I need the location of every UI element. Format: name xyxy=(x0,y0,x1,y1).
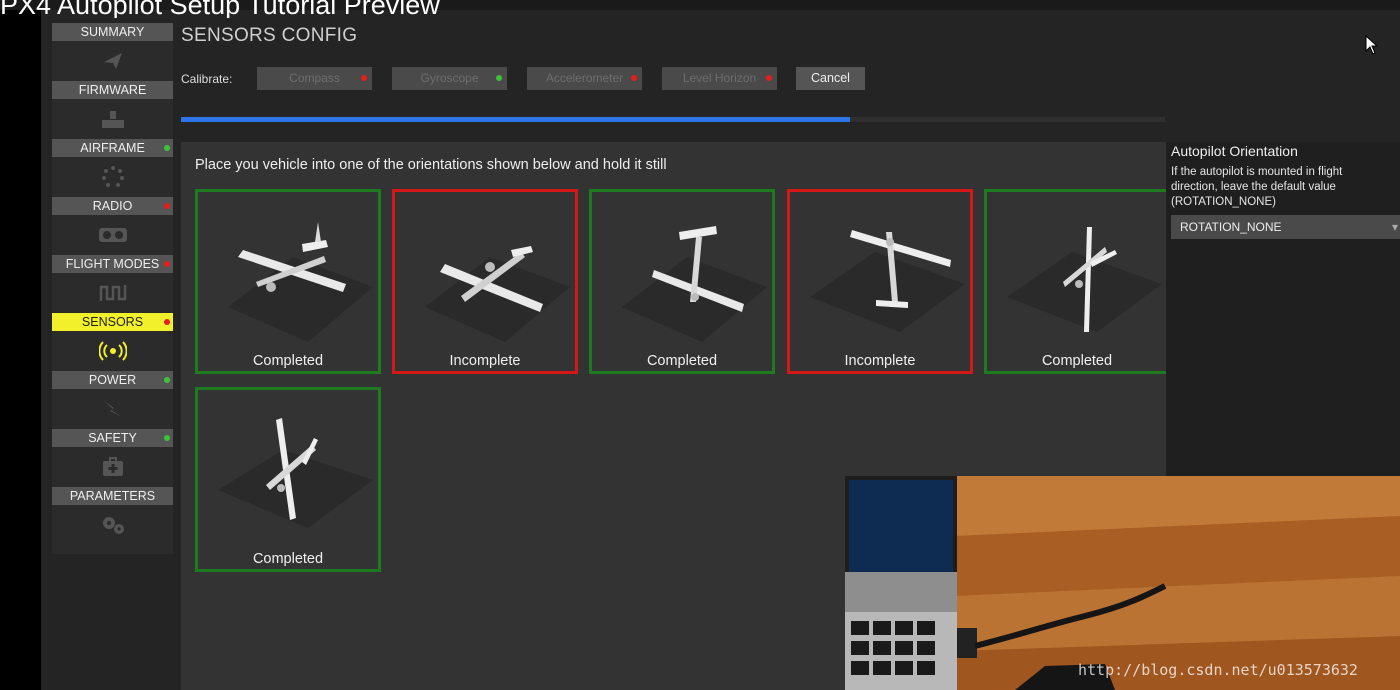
sidebar-item-summary[interactable]: SUMMARY xyxy=(52,23,173,41)
level-horizon-button-label: Level Horizon xyxy=(682,71,757,85)
page-title: SENSORS CONFIG xyxy=(181,25,358,46)
status-dot xyxy=(164,261,170,267)
sidebar-item-label: FLIGHT MODES xyxy=(65,257,160,271)
status-dot xyxy=(164,145,170,151)
sidebar-item-sensors[interactable]: SENSORS xyxy=(52,313,173,331)
compass-button-label: Compass xyxy=(289,71,340,85)
gyroscope-button[interactable]: Gyroscope xyxy=(392,67,507,90)
video-title: PX4 Autopilot Setup Tutorial Preview xyxy=(0,0,440,18)
airplane-orientation-image xyxy=(810,230,965,332)
chevron-down-icon: ▾ xyxy=(1391,220,1398,234)
level-horizon-button[interactable]: Level Horizon xyxy=(662,67,777,90)
airplane-orientation-image xyxy=(425,246,570,342)
camera-overlay-photo xyxy=(845,476,1400,690)
status-dot xyxy=(361,75,367,81)
gyroscope-button-label: Gyroscope xyxy=(420,71,479,85)
radio-icon xyxy=(52,215,173,255)
calibrate-label: Calibrate: xyxy=(181,72,233,86)
medkit-icon xyxy=(52,447,173,487)
orientation-status: Completed xyxy=(646,353,718,369)
status-dot xyxy=(164,435,170,441)
accelerometer-button-label: Accelerometer xyxy=(545,71,624,85)
watermark-text: http://blog.csdn.net/u013573632 xyxy=(1078,661,1358,679)
calibration-progress-bar xyxy=(181,117,1165,122)
airplane-orientation-image xyxy=(218,418,373,528)
sidebar-item-safety[interactable]: SAFETY xyxy=(52,429,173,447)
status-dot xyxy=(164,377,170,383)
sidebar-item-flight-modes[interactable]: FLIGHT MODES xyxy=(52,255,173,273)
sidebar-item-label: POWER xyxy=(88,373,137,387)
sidebar-item-label: SENSORS xyxy=(81,315,144,329)
sidebar-item-label: RADIO xyxy=(92,199,133,213)
mouse-cursor-icon xyxy=(1365,34,1379,60)
orientation-tile: Completed xyxy=(984,189,1170,374)
sidebar-item-label: AIRFRAME xyxy=(80,141,145,155)
sidebar-item-parameters[interactable]: PARAMETERS xyxy=(52,487,173,505)
sidebar-item-power[interactable]: POWER xyxy=(52,371,173,389)
status-dot xyxy=(164,203,170,209)
autopilot-orientation-description: If the autopilot is mounted in flight di… xyxy=(1171,166,1343,208)
accelerometer-button[interactable]: Accelerometer xyxy=(527,67,642,90)
instructions-text: Place you vehicle into one of the orient… xyxy=(195,157,667,173)
status-dot xyxy=(164,319,170,325)
orientation-tile: Incomplete xyxy=(392,189,578,374)
orientation-status: Completed xyxy=(1041,353,1113,369)
compass-button[interactable]: Compass xyxy=(257,67,372,90)
orientation-status: Incomplete xyxy=(449,353,521,369)
airplane-orientation-image xyxy=(622,226,767,342)
sidebar-item-airframe[interactable]: AIRFRAME xyxy=(52,139,173,157)
paper-plane-icon xyxy=(52,41,173,81)
rotation-dropdown[interactable]: ROTATION_NONE ▾ xyxy=(1171,215,1400,239)
orientation-tile: Incomplete xyxy=(787,189,973,374)
calibration-progress-fill xyxy=(181,117,851,122)
status-dot xyxy=(766,75,772,81)
setup-sidebar: SUMMARY FIRMWARE AIRFRAME RADIO FLIGHT M… xyxy=(52,23,173,554)
bolt-icon xyxy=(52,389,173,429)
sidebar-item-firmware[interactable]: FIRMWARE xyxy=(52,81,173,99)
orientation-tile: Completed xyxy=(589,189,775,374)
sidebar-item-label: PARAMETERS xyxy=(69,489,156,503)
airplane-orientation-image xyxy=(1007,227,1162,332)
wave-icon xyxy=(52,273,173,313)
sidebar-item-radio[interactable]: RADIO xyxy=(52,197,173,215)
autopilot-orientation-title: Autopilot Orientation xyxy=(1171,143,1298,159)
chip-download-icon xyxy=(52,99,173,139)
broadcast-icon xyxy=(52,331,173,371)
orientation-tile: Completed xyxy=(195,387,381,572)
sidebar-item-label: SAFETY xyxy=(88,431,137,445)
sidebar-item-label: FIRMWARE xyxy=(78,83,147,97)
orientation-tile: Completed xyxy=(195,189,381,374)
orientation-status: Completed xyxy=(252,551,324,567)
sidebar-item-label: SUMMARY xyxy=(80,25,145,39)
status-dot xyxy=(496,75,502,81)
orientation-status: Completed xyxy=(252,353,324,369)
orientation-status: Incomplete xyxy=(844,353,916,369)
airplane-orientation-image xyxy=(228,222,373,342)
cancel-button[interactable]: Cancel xyxy=(796,67,865,90)
status-dot xyxy=(631,75,637,81)
rotation-dropdown-value: ROTATION_NONE xyxy=(1180,220,1282,234)
spinner-icon xyxy=(52,157,173,197)
gears-icon xyxy=(52,505,173,545)
